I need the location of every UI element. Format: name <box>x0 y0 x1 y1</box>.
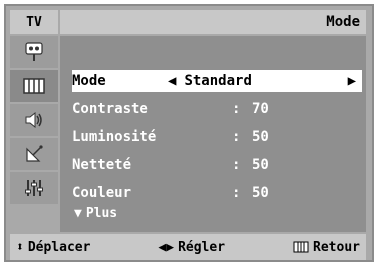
menu-row-value: 50 <box>252 157 269 173</box>
menu-row-label: Netteté <box>72 157 132 173</box>
menu-row-value: 50 <box>252 185 269 201</box>
separator: : <box>232 157 241 173</box>
footer-return: Retour <box>293 240 360 255</box>
tv-label: TV <box>10 10 58 34</box>
menu-row-value: 50 <box>252 129 269 145</box>
separator: : <box>232 185 241 201</box>
menu-row-mode[interactable]: Mode ◀ Standard ▶ <box>72 70 362 92</box>
mode-value: Standard <box>184 73 252 89</box>
more-option[interactable]: ▼ Plus <box>74 206 117 221</box>
menu-icon <box>293 241 309 253</box>
sidebar-item-sound[interactable] <box>10 104 58 136</box>
footer-bar: ⬍ Déplacer ◀▶ Régler Retour <box>10 234 366 260</box>
menu-row-nettete[interactable]: Netteté : 50 <box>72 154 362 176</box>
menu-row-couleur[interactable]: Couleur : 50 <box>72 182 362 204</box>
adjust-label: Régler <box>178 239 226 255</box>
menu-row-contraste[interactable]: Contraste : 70 <box>72 98 362 120</box>
left-right-icon: ◀▶ <box>158 239 175 255</box>
sidebar-item-channel[interactable] <box>10 138 58 170</box>
osd-frame: TV Mode Mode ◀ Standard ▶ Contraste: 70… <box>4 4 374 262</box>
footer-move: ⬍ Déplacer <box>16 240 90 255</box>
menu-row-label: Contraste <box>72 101 148 117</box>
sidebar <box>10 36 58 232</box>
menu-row-value: 70 <box>252 101 269 117</box>
arrow-left-icon[interactable]: ◀ <box>168 73 176 89</box>
separator: : <box>232 129 241 145</box>
more-label: Plus <box>85 206 118 221</box>
arrow-right-icon[interactable]: ▶ <box>348 73 356 89</box>
menu-row-label: Luminosité <box>72 129 157 145</box>
menu-row-label: Couleur <box>72 185 132 201</box>
antenna-icon <box>25 42 43 61</box>
triangle-down-icon: ▼ <box>74 206 82 221</box>
sidebar-item-antenna[interactable] <box>10 36 58 68</box>
menu-row-label: Mode <box>72 73 106 89</box>
menu-panel: Mode ◀ Standard ▶ Contraste : 70 Luminos… <box>60 36 366 232</box>
picture-icon <box>23 78 45 94</box>
sidebar-item-setup[interactable] <box>10 172 58 204</box>
footer-adjust: ◀▶ Régler <box>158 240 225 255</box>
menu-row-luminosite[interactable]: Luminosité : 50 <box>72 126 362 148</box>
move-label: Déplacer <box>27 239 91 255</box>
separator: : <box>232 101 241 117</box>
speaker-icon <box>25 111 42 129</box>
return-label: Retour <box>313 239 360 255</box>
equalizer-icon <box>25 180 43 196</box>
menu-header-title: Mode <box>60 10 366 34</box>
up-down-icon: ⬍ <box>16 239 24 255</box>
sidebar-item-picture[interactable] <box>10 70 58 102</box>
satellite-dish-icon <box>26 145 43 162</box>
